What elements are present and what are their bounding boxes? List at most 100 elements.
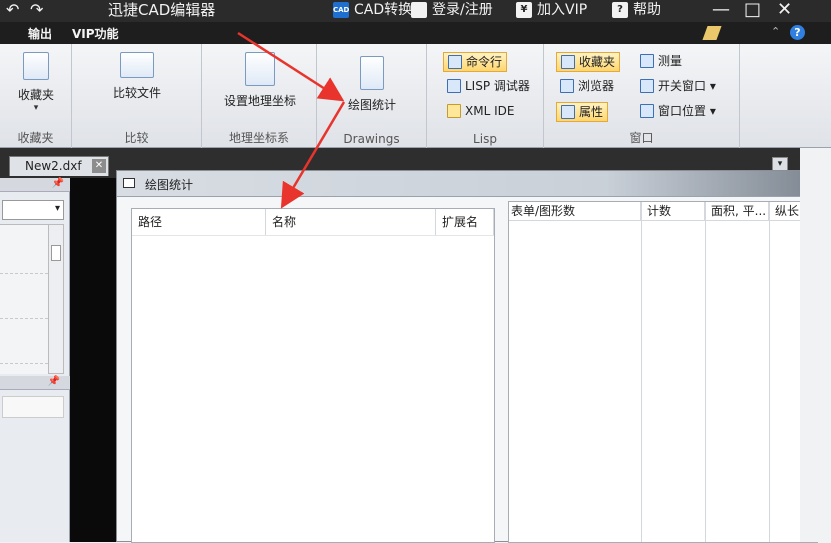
- menu-output[interactable]: 输出: [28, 25, 52, 42]
- close-button[interactable]: ✕: [777, 0, 792, 22]
- set-geo-label: 设置地理坐标: [223, 94, 296, 108]
- favorites-dropdown-icon[interactable]: ▾: [12, 103, 60, 113]
- lisp-debugger-button[interactable]: LISP 调试器: [443, 77, 534, 97]
- tab-new2-dxf[interactable]: New2.dxf ✕: [9, 156, 109, 176]
- drawing-canvas[interactable]: [70, 178, 116, 542]
- favorites-button[interactable]: 收藏夹 ▾: [12, 52, 60, 113]
- col-count[interactable]: 计数: [641, 202, 705, 220]
- ribbon: 收藏夹 ▾ 收藏夹 比较文件 比较 设置地理坐标 地理坐标系 绘图统计 Draw…: [0, 44, 831, 148]
- properties-icon: [561, 105, 575, 119]
- measure-icon: [640, 54, 654, 68]
- properties-button[interactable]: 属性: [556, 102, 609, 122]
- window-position-button[interactable]: 窗口位置 ▾: [636, 102, 720, 122]
- tab-close-icon[interactable]: ✕: [92, 159, 106, 173]
- group-geo: 设置地理坐标 地理坐标系: [202, 44, 317, 148]
- col-sheets[interactable]: 表单/图形数: [509, 202, 641, 220]
- panel2-field[interactable]: [2, 396, 64, 418]
- compare-icon: [120, 52, 154, 78]
- drawing-stats-label: 绘图统计: [347, 98, 396, 112]
- switch-window-icon: [640, 79, 654, 93]
- switch-window-label: 开关窗口: [658, 79, 707, 93]
- window-favorites-label: 收藏夹: [579, 55, 616, 69]
- stats-list[interactable]: 表单/图形数 计数 面积, 平... 纵长 ...: [508, 201, 818, 543]
- col-path[interactable]: 路径: [132, 209, 266, 235]
- cad-convert-icon: CAD: [333, 2, 349, 18]
- panel-select-dropdown-icon[interactable]: ▾: [55, 203, 60, 214]
- files-list[interactable]: 路径 名称 扩展名: [131, 208, 495, 543]
- xml-ide-label: XML IDE: [465, 104, 515, 118]
- group-geo-label: 地理坐标系: [228, 131, 289, 145]
- login-label: 登录/注册: [432, 2, 493, 18]
- compare-files-button[interactable]: 比较文件: [102, 52, 172, 101]
- group-compare-label: 比较: [124, 131, 149, 145]
- group-drawings: 绘图统计 Drawings: [317, 44, 427, 148]
- dialog-title-bar: 绘图统计: [117, 171, 815, 197]
- measure-button[interactable]: 测量: [636, 52, 686, 72]
- set-geo-button[interactable]: 设置地理坐标: [216, 52, 304, 109]
- browser-button[interactable]: 浏览器: [556, 77, 618, 97]
- app-title: 迅捷CAD编辑器: [108, 1, 216, 19]
- help-icon: ?: [612, 2, 628, 18]
- redo-icon[interactable]: ↷: [30, 0, 43, 22]
- dialog-window-icon: [123, 178, 135, 188]
- maximize-button[interactable]: □: [744, 0, 761, 22]
- help-label: 帮助: [633, 2, 661, 18]
- window-position-label: 窗口位置: [658, 104, 707, 118]
- undo-icon[interactable]: ↶: [6, 0, 19, 22]
- window-position-dropdown-icon[interactable]: ▾: [710, 104, 716, 118]
- command-line-icon: [448, 55, 462, 69]
- pen-icon[interactable]: [702, 26, 722, 40]
- panel-pin-icon[interactable]: 📌: [0, 178, 70, 192]
- command-line-label: 命令行: [466, 55, 503, 69]
- page-margin: [800, 148, 831, 542]
- menu-vip-features[interactable]: VIP功能: [72, 25, 119, 42]
- window-favorites-icon: [561, 55, 575, 69]
- switch-window-dropdown-icon[interactable]: ▾: [710, 79, 716, 93]
- help-button[interactable]: ? 帮助: [612, 0, 661, 22]
- compare-files-label: 比较文件: [112, 86, 161, 100]
- menu-bar: 输出 VIP功能 ⌃ ?: [0, 22, 831, 44]
- window-favorites-button[interactable]: 收藏夹: [556, 52, 621, 72]
- cad-convert-button[interactable]: CAD CAD转换: [333, 0, 412, 22]
- vip-label: 加入VIP: [537, 2, 588, 18]
- browser-label: 浏览器: [578, 79, 615, 93]
- group-lisp: 命令行 LISP 调试器 XML IDE Lisp: [427, 44, 544, 148]
- group-favorites-label: 收藏夹: [17, 131, 54, 145]
- window-position-icon: [640, 104, 654, 118]
- login-button[interactable]: 登录/注册: [411, 0, 493, 22]
- properties-label: 属性: [579, 105, 604, 119]
- measure-label: 测量: [658, 54, 683, 68]
- title-bar: ↶ ↷ 迅捷CAD编辑器 CAD CAD转换 登录/注册 ¥ 加入VIP ? 帮助 —…: [0, 0, 831, 22]
- panel-scrollbar[interactable]: [48, 224, 64, 374]
- panel-list: [0, 224, 48, 374]
- browser-icon: [560, 79, 574, 93]
- col-area[interactable]: 面积, 平...: [705, 202, 769, 220]
- switch-window-button[interactable]: 开关窗口 ▾: [636, 77, 720, 97]
- panel-select[interactable]: ▾: [2, 200, 64, 220]
- drawing-stats-button[interactable]: 绘图统计: [342, 52, 402, 113]
- panel2-pin-icon[interactable]: 📌: [0, 376, 70, 390]
- yen-icon: ¥: [516, 2, 532, 18]
- xml-ide-button[interactable]: XML IDE: [443, 102, 518, 122]
- lisp-debugger-label: LISP 调试器: [465, 79, 530, 93]
- user-icon: [411, 2, 427, 18]
- cad-convert-label: CAD转换: [354, 2, 413, 18]
- lisp-debugger-icon: [447, 79, 461, 93]
- command-line-button[interactable]: 命令行: [443, 52, 508, 72]
- group-window: 收藏夹 测量 浏览器 开关窗口 ▾ 属性 窗口位置 ▾ 窗口: [544, 44, 740, 148]
- group-compare: 比较文件 比较: [72, 44, 202, 148]
- tab-label: New2.dxf: [25, 159, 82, 173]
- minimize-button[interactable]: —: [712, 0, 730, 22]
- xml-ide-icon: [447, 104, 461, 118]
- tab-list-dropdown-icon[interactable]: ▾: [772, 157, 788, 171]
- group-drawings-label: Drawings: [343, 132, 400, 146]
- collapse-ribbon-icon[interactable]: ⌃: [771, 25, 780, 38]
- vip-button[interactable]: ¥ 加入VIP: [516, 0, 587, 22]
- col-extension[interactable]: 扩展名: [436, 209, 494, 235]
- col-name[interactable]: 名称: [266, 209, 436, 235]
- info-icon[interactable]: ?: [790, 25, 805, 40]
- left-panel: 📌 ▾ 📌: [0, 178, 70, 542]
- drawing-stats-dialog: 绘图统计 路径 名称 扩展名 表单/图形数 计数 面积, 平... 纵长 ...: [116, 170, 818, 543]
- favorites-icon: [23, 52, 49, 80]
- geo-grid-icon: [245, 52, 275, 86]
